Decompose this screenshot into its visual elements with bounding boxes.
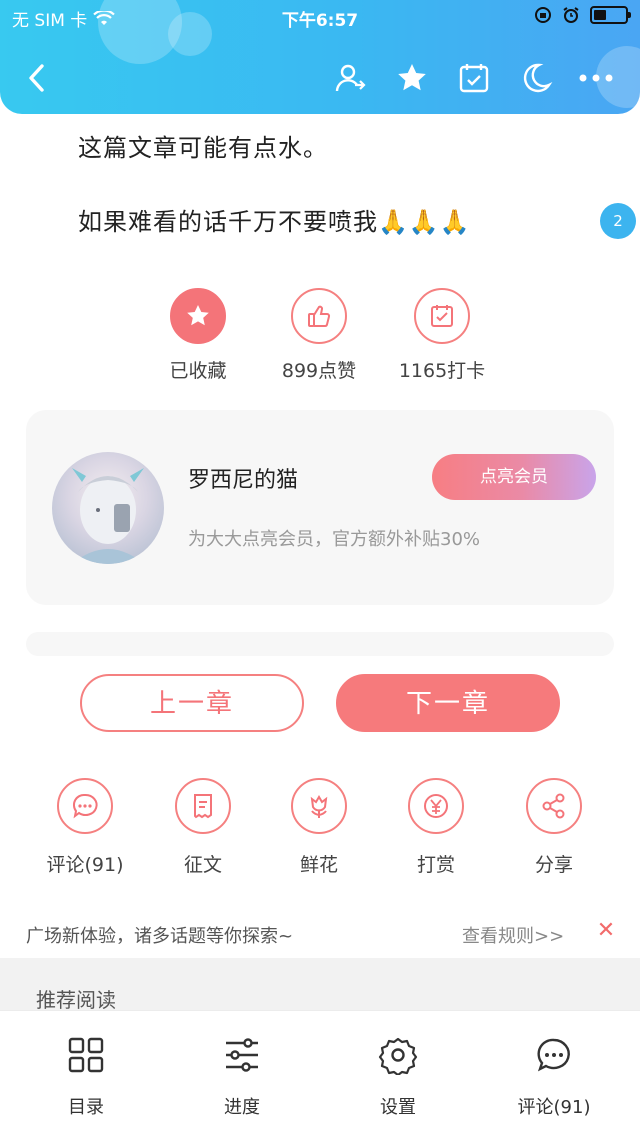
view-rules-link[interactable]: 查看规则>> — [462, 922, 564, 948]
star-icon — [170, 288, 226, 344]
catalog-icon — [68, 1037, 104, 1073]
night-mode-icon[interactable] — [518, 60, 554, 96]
tool-comment[interactable]: 评论(91) — [30, 778, 140, 877]
article-line: 这篇文章可能有点水。 — [78, 134, 328, 162]
tool-label: 分享 — [534, 854, 573, 876]
bottom-tabbar: 目录 进度 设置 评论(91) — [0, 1010, 640, 1138]
checkin-label: 1165打卡 — [398, 360, 486, 382]
tab-label: 评论(91) — [517, 1097, 591, 1118]
avatar[interactable] — [52, 452, 164, 564]
navbar — [0, 46, 640, 106]
tab-comment[interactable]: 评论(91) — [494, 1035, 614, 1119]
tab-progress[interactable]: 进度 — [182, 1035, 302, 1119]
header: 无 SIM 卡 下午6:57 — [0, 0, 640, 114]
alarm-icon — [563, 7, 579, 23]
favorite-action[interactable]: 已收藏 — [138, 288, 258, 383]
close-icon[interactable]: ✕ — [594, 918, 618, 950]
battery-icon — [590, 6, 631, 24]
reader-page: 无 SIM 卡 下午6:57 这篇文章可能有点水。 如果难看的话千万不要喷我🙏🙏… — [0, 0, 640, 1138]
author-card: 罗西尼的猫 为大大点亮会员，官方额外补贴30% 点亮会员 — [26, 410, 614, 605]
tab-label: 目录 — [68, 1097, 104, 1118]
tab-settings[interactable]: 设置 — [338, 1035, 458, 1119]
back-icon[interactable] — [18, 60, 54, 96]
divider-bar — [26, 632, 614, 656]
recommend-section: 推荐阅读 — [0, 958, 640, 1018]
calendar-check-icon — [414, 288, 470, 344]
checkin-action[interactable]: 1165打卡 — [382, 288, 502, 383]
favorite-star-icon[interactable] — [394, 60, 430, 96]
flower-icon — [291, 778, 347, 834]
like-action[interactable]: 899点赞 — [259, 288, 379, 383]
notice-text: 广场新体验，诸多话题等你探索~ — [26, 926, 294, 947]
tool-share[interactable]: 分享 — [499, 778, 609, 877]
prev-chapter-button[interactable]: 上一章 — [80, 674, 304, 732]
author-name[interactable]: 罗西尼的猫 — [188, 462, 298, 494]
share-icon — [526, 778, 582, 834]
tool-label: 评论(91) — [46, 854, 124, 876]
square-notice: 广场新体验，诸多话题等你探索~ 查看规则>> ✕ — [26, 918, 626, 950]
tool-flower[interactable]: 鲜花 — [264, 778, 374, 877]
orientation-lock-icon — [535, 7, 551, 23]
comment-count-badge[interactable]: 2 — [600, 203, 636, 239]
comment-icon — [57, 778, 113, 834]
article-line: 如果难看的话千万不要喷我🙏🙏🙏 — [78, 208, 471, 236]
essay-icon — [175, 778, 231, 834]
reward-icon — [408, 778, 464, 834]
progress-sliders-icon — [226, 1038, 258, 1072]
tab-label: 进度 — [224, 1097, 260, 1118]
light-up-member-button[interactable]: 点亮会员 — [432, 454, 596, 500]
more-icon[interactable] — [578, 60, 614, 96]
comment-icon — [537, 1038, 570, 1072]
status-bar: 无 SIM 卡 下午6:57 — [0, 0, 640, 34]
like-label: 899点赞 — [281, 360, 357, 382]
tab-catalog[interactable]: 目录 — [26, 1035, 146, 1119]
author-follow-icon[interactable] — [332, 60, 368, 96]
tool-label: 鲜花 — [299, 854, 338, 876]
thumbs-up-icon — [291, 288, 347, 344]
next-chapter-button[interactable]: 下一章 — [336, 674, 560, 732]
tool-label: 征文 — [183, 854, 222, 876]
tool-label: 打赏 — [416, 854, 455, 876]
tool-reward[interactable]: 打赏 — [381, 778, 491, 877]
author-subtitle: 为大大点亮会员，官方额外补贴30% — [188, 529, 481, 550]
favorite-label: 已收藏 — [169, 360, 227, 382]
calendar-check-icon[interactable] — [456, 60, 492, 96]
settings-gear-icon — [378, 1037, 418, 1077]
tool-essay[interactable]: 征文 — [148, 778, 258, 877]
recommend-title: 推荐阅读 — [36, 988, 116, 1012]
tab-label: 设置 — [380, 1097, 416, 1118]
